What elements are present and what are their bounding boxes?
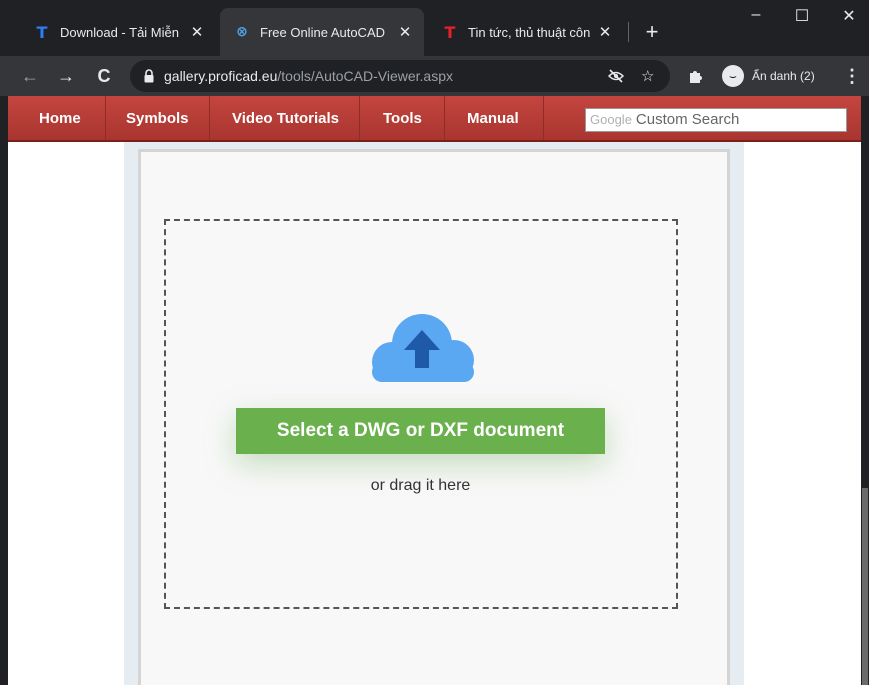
maximize-button[interactable]: ☐	[782, 6, 822, 26]
tab-download[interactable]: T Download - Tải Miễn ✕	[20, 8, 216, 56]
nav-manual[interactable]: Manual	[467, 110, 519, 127]
tab-separator	[628, 22, 629, 42]
cloud-upload-icon	[372, 314, 474, 382]
forward-button[interactable]: →	[54, 64, 78, 88]
incognito-icon: ⌣	[722, 65, 744, 87]
url-text[interactable]: gallery.proficad.eu/tools/AutoCAD-Viewer…	[164, 68, 453, 84]
tab-title: Download - Tải Miễn	[60, 24, 179, 40]
eye-off-icon[interactable]	[608, 69, 624, 83]
nav-divider	[209, 96, 210, 140]
window-close-button[interactable]: ✕	[829, 6, 869, 26]
taimienphi-red-favicon-icon: T	[444, 22, 456, 42]
nav-divider	[543, 96, 544, 140]
nav-divider	[359, 96, 360, 140]
close-icon[interactable]: ✕	[596, 23, 614, 41]
proficad-favicon-icon: ⊗	[236, 24, 248, 40]
new-tab-button[interactable]: +	[640, 21, 664, 43]
tab-strip: T Download - Tải Miễn ✕ ⊗ Free Online Au…	[0, 0, 869, 56]
tab-autocad-viewer[interactable]: ⊗ Free Online AutoCAD ✕	[220, 8, 424, 56]
tab-title: Tin tức, thủ thuật côn	[468, 24, 590, 40]
back-button[interactable]: ←	[18, 64, 42, 88]
tab-title: Free Online AutoCAD	[260, 24, 386, 40]
nav-home[interactable]: Home	[39, 110, 81, 127]
menu-icon[interactable]: ⋮	[840, 64, 864, 88]
site-navbar: Home Symbols Video Tutorials Tools Manua…	[8, 96, 861, 142]
close-icon[interactable]: ✕	[188, 23, 206, 41]
nav-symbols[interactable]: Symbols	[126, 110, 189, 127]
browser-toolbar: ← → C gallery.proficad.eu/tools/AutoCAD-…	[0, 56, 869, 96]
nav-tools[interactable]: Tools	[383, 110, 422, 127]
google-custom-search-input[interactable]: Google Custom Search	[585, 108, 847, 132]
drag-hint-text: or drag it here	[370, 477, 471, 494]
incognito-indicator[interactable]: ⌣ Ẩn danh (2)	[722, 62, 815, 90]
nav-video-tutorials[interactable]: Video Tutorials	[232, 110, 339, 127]
select-document-button[interactable]: Select a DWG or DXF document	[236, 408, 605, 454]
address-bar[interactable]: gallery.proficad.eu/tools/AutoCAD-Viewer…	[130, 60, 670, 92]
incognito-label: Ẩn danh (2)	[752, 69, 815, 83]
star-icon[interactable]: ☆	[641, 67, 654, 85]
lock-icon[interactable]	[144, 69, 154, 83]
search-placeholder: Custom Search	[635, 111, 740, 128]
google-logo: Google	[590, 112, 632, 127]
close-icon[interactable]: ✕	[396, 23, 414, 41]
page-viewport: Home Symbols Video Tutorials Tools Manua…	[8, 96, 861, 685]
scrollbar-thumb[interactable]	[862, 488, 868, 685]
puzzle-icon[interactable]	[688, 69, 703, 84]
minimize-button[interactable]: –	[736, 6, 776, 24]
reload-button[interactable]: C	[92, 64, 116, 88]
taimienphi-favicon-icon: T	[36, 22, 48, 42]
tab-tin-tuc[interactable]: T Tin tức, thủ thuật côn ✕	[428, 8, 624, 56]
nav-divider	[105, 96, 106, 140]
nav-divider	[444, 96, 445, 140]
